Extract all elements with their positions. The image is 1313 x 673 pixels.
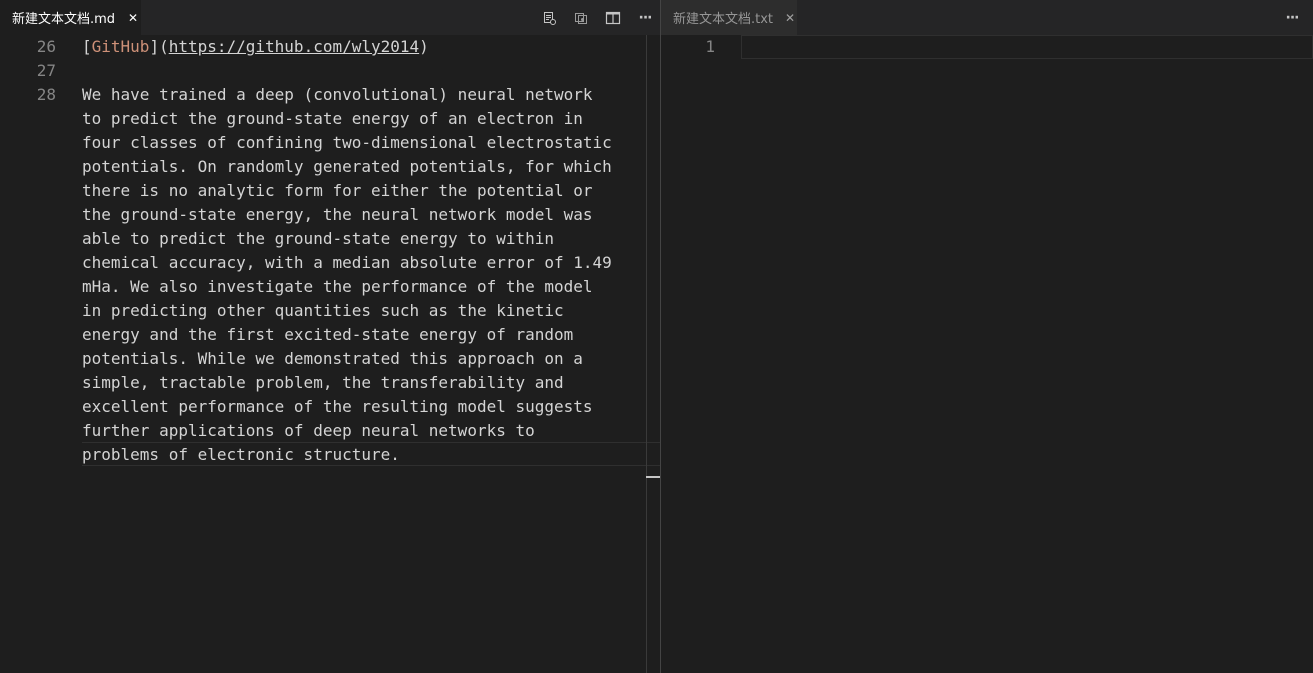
wrapped-line: problems of electronic structure. [82,445,400,464]
open-preview-icon[interactable] [570,7,592,29]
close-icon[interactable]: ✕ [783,10,797,26]
editor-content-right[interactable]: 1 [661,35,1313,673]
scrollbar-cursor-marker [646,476,660,478]
open-changes-icon[interactable] [538,7,560,29]
more-actions-icon[interactable]: ··· [1281,7,1303,29]
vertical-scrollbar[interactable] [646,35,660,673]
line-number: 1 [705,37,715,56]
wrapped-line: there is no analytic form for either the… [82,181,593,200]
wrapped-line: chemical accuracy, with a median absolut… [82,253,612,272]
wrapped-line: to predict the ground-state energy of an… [82,109,583,128]
current-line-highlight [741,35,1313,59]
link-bracket: ) [419,37,429,56]
link-url[interactable]: https://github.com/wly2014 [169,37,419,56]
tab-bar-left: 新建文本文档.md ✕ ··· [0,0,660,35]
split-editor-icon[interactable] [602,7,624,29]
line-number: 26 [36,37,56,56]
tab-bar-right: 新建文本文档.txt ✕ ··· [661,0,1313,35]
line-number: 28 [36,85,56,104]
wrapped-line: potentials. While we demonstrated this a… [82,349,583,368]
wrapped-line: mHa. We also investigate the performance… [82,277,593,296]
wrapped-line: We have trained a deep (convolutional) n… [82,85,593,104]
more-actions-icon[interactable]: ··· [634,7,656,29]
wrapped-line: able to predict the ground-state energy … [82,229,555,248]
editor-window: 新建文本文档.md ✕ ··· 26 [GitHub](https://gith… [0,0,1313,673]
tab-txt-file[interactable]: 新建文本文档.txt ✕ [661,0,797,35]
editor-actions-right: ··· [1281,0,1303,35]
tab-md-file[interactable]: 新建文本文档.md ✕ [0,0,141,35]
tab-label: 新建文本文档.md [12,12,116,27]
wrapped-line: energy and the first excited-state energ… [82,325,574,344]
wrapped-line: four classes of confining two-dimensiona… [82,133,612,152]
close-icon[interactable]: ✕ [125,10,141,26]
link-bracket: [ [82,37,92,56]
editor-group-right: 新建文本文档.txt ✕ ··· 1 [661,0,1313,673]
editor-group-left: 新建文本文档.md ✕ ··· 26 [GitHub](https://gith… [0,0,660,673]
wrapped-line: the ground-state energy, the neural netw… [82,205,593,224]
tab-label: 新建文本文档.txt [673,12,774,27]
wrapped-line: simple, tractable problem, the transfera… [82,373,564,392]
wrapped-line: further applications of deep neural netw… [82,421,535,440]
editor-actions-left: ··· [528,0,656,35]
link-text: GitHub [91,37,150,56]
editor-content-left[interactable]: 26 [GitHub](https://github.com/wly2014) … [0,35,660,673]
link-bracket: ]( [149,37,169,56]
code-line: [GitHub](https://github.com/wly2014) [82,35,429,59]
wrapped-line: in predicting other quantities such as t… [82,301,564,320]
line-number: 27 [36,61,56,80]
wrapped-line: potentials. On randomly generated potent… [82,157,612,176]
wrapped-line: excellent performance of the resulting m… [82,397,593,416]
